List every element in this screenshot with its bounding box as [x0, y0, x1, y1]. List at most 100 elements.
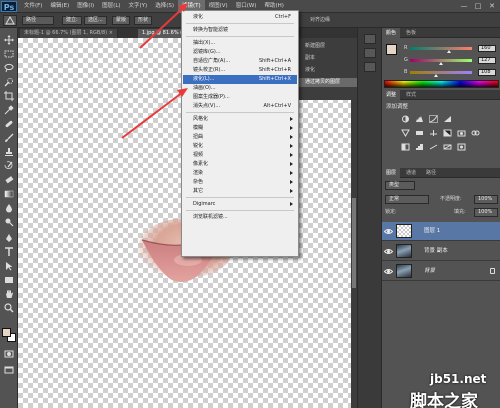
- make-mask-button[interactable]: 蒙版: [112, 16, 131, 25]
- photo-filter-icon[interactable]: [456, 128, 466, 137]
- history-panel-button[interactable]: [364, 34, 376, 44]
- scrollbar-thumb[interactable]: [352, 198, 356, 288]
- crop-tool[interactable]: [3, 90, 15, 101]
- brightness-icon[interactable]: [400, 114, 410, 123]
- channel-mixer-icon[interactable]: [470, 128, 480, 137]
- curves-icon[interactable]: [428, 114, 438, 123]
- color-balance-icon[interactable]: [428, 128, 438, 137]
- filter-menu-item[interactable]: 抽出(X)...: [183, 39, 297, 48]
- shape-tool[interactable]: [3, 274, 15, 285]
- filter-menu-item[interactable]: 图案生成器(P)...: [183, 93, 297, 102]
- brush-tool[interactable]: [3, 132, 15, 143]
- filter-menu-item[interactable]: Digimarc: [183, 200, 297, 209]
- screen-mode-button[interactable]: [3, 364, 15, 375]
- gradient-tool[interactable]: [3, 188, 15, 199]
- filter-menu-item[interactable]: 液化 Ctrl+F: [183, 13, 297, 22]
- pen-tool[interactable]: [3, 232, 15, 243]
- menu-item[interactable]: 选择(S): [151, 0, 178, 13]
- path-mode-dropdown[interactable]: 路径: [22, 16, 54, 25]
- vibrance-icon[interactable]: [400, 128, 410, 137]
- minimize-button[interactable]: —: [458, 1, 470, 11]
- lasso-tool[interactable]: [3, 62, 15, 73]
- tab-styles[interactable]: 样式: [402, 90, 420, 100]
- red-slider-knob[interactable]: [447, 50, 452, 53]
- clone-stamp-tool[interactable]: [3, 146, 15, 157]
- menu-item[interactable]: 文件(F): [20, 0, 46, 13]
- properties-panel-button[interactable]: [364, 48, 376, 58]
- tab-swatches[interactable]: 色板: [402, 28, 420, 38]
- exposure-icon[interactable]: [442, 114, 452, 123]
- filter-menu-item[interactable]: 镜头校正(R)... Shift+Ctrl+R: [183, 66, 297, 75]
- filter-menu-item[interactable]: 像素化: [183, 160, 297, 169]
- filter-menu-item[interactable]: 浏览联机滤镜...: [183, 213, 297, 222]
- dodge-tool[interactable]: [3, 216, 15, 227]
- opacity-input[interactable]: 100%: [474, 195, 498, 204]
- filter-menu-item[interactable]: 自适应广角(A)... Shift+Ctrl+A: [183, 57, 297, 66]
- foreground-color-swatch[interactable]: [2, 328, 11, 337]
- tab-layers[interactable]: 图层: [382, 168, 401, 178]
- blend-mode-dropdown[interactable]: 正常: [385, 195, 429, 204]
- filter-menu-item[interactable]: 转换为智能滤镜: [183, 26, 297, 35]
- levels-icon[interactable]: [414, 114, 424, 123]
- tab-paths[interactable]: 路径: [422, 168, 440, 178]
- visibility-eye-icon[interactable]: [384, 227, 393, 236]
- eraser-tool[interactable]: [3, 174, 15, 185]
- maximize-button[interactable]: □: [472, 1, 484, 11]
- fill-input[interactable]: 100%: [474, 208, 498, 217]
- fg-color-preview[interactable]: [386, 44, 397, 55]
- blur-tool[interactable]: [3, 202, 15, 213]
- menu-item[interactable]: 图像(I): [73, 0, 98, 13]
- move-tool[interactable]: [3, 34, 15, 45]
- make-shape-button[interactable]: 形状: [134, 16, 153, 25]
- invert-icon[interactable]: [400, 142, 410, 151]
- filter-menu-item[interactable]: 滤镜库(G)...: [183, 48, 297, 57]
- red-slider[interactable]: [410, 47, 472, 50]
- history-row-selected[interactable]: 通过拷贝的图层: [299, 78, 357, 87]
- eyedropper-tool[interactable]: [3, 104, 15, 115]
- filter-menu-item[interactable]: 扭曲: [183, 133, 297, 142]
- filter-menu-item[interactable]: 杂色: [183, 178, 297, 187]
- menu-item[interactable]: 编辑(E): [46, 0, 73, 13]
- close-button[interactable]: ✕: [486, 1, 498, 11]
- color-spectrum-bar[interactable]: [384, 80, 499, 88]
- make-selection-button[interactable]: 选区...: [84, 16, 107, 25]
- green-slider-knob[interactable]: [439, 62, 443, 65]
- hand-tool[interactable]: [3, 288, 15, 299]
- filter-menu-item[interactable]: 油画(O)...: [183, 84, 297, 93]
- filter-menu-item-highlighted[interactable]: 液化(L)... Shift+Ctrl+X: [183, 75, 297, 84]
- threshold-icon[interactable]: [428, 142, 438, 151]
- green-value-input[interactable]: 127: [478, 57, 496, 64]
- history-row[interactable]: 副本: [299, 54, 357, 63]
- filter-menu-item[interactable]: 消失点(V)... Alt+Ctrl+V: [183, 102, 297, 111]
- align-edges-checkbox[interactable]: 对齐边缘: [310, 16, 330, 25]
- doc-tab-1[interactable]: 未标题-1 @ 66.7% (图层 1, RGB/8) ×: [20, 29, 118, 38]
- tab-adjustments[interactable]: 调整: [382, 90, 401, 100]
- selective-color-icon[interactable]: [456, 142, 466, 151]
- quick-mask-button[interactable]: [3, 348, 15, 359]
- actions-panel-button[interactable]: [364, 62, 376, 72]
- blue-value-input[interactable]: 108: [478, 69, 496, 76]
- layer-row[interactable]: 图层 1: [382, 222, 500, 241]
- marquee-tool[interactable]: [3, 48, 15, 59]
- filter-menu-item[interactable]: 模糊: [183, 124, 297, 133]
- filter-menu-item[interactable]: 其它: [183, 187, 297, 196]
- red-value-input[interactable]: 160: [478, 45, 496, 52]
- gradient-map-icon[interactable]: [442, 142, 452, 151]
- black-white-icon[interactable]: [442, 128, 452, 137]
- hue-saturation-icon[interactable]: [414, 128, 424, 137]
- layer-row[interactable]: 背景 副本: [382, 242, 500, 261]
- quick-select-tool[interactable]: [3, 76, 15, 87]
- visibility-eye-icon[interactable]: [384, 267, 393, 276]
- path-select-tool[interactable]: [3, 260, 15, 271]
- tab-channels[interactable]: 通道: [402, 168, 420, 178]
- filter-menu-item[interactable]: 渲染: [183, 169, 297, 178]
- blue-slider-knob[interactable]: [434, 74, 439, 77]
- filter-menu-item[interactable]: 锐化: [183, 142, 297, 151]
- history-row[interactable]: 液化: [299, 66, 357, 75]
- filter-menu-item[interactable]: 风格化: [183, 115, 297, 124]
- layer-row[interactable]: 背景: [382, 262, 500, 281]
- menu-item[interactable]: 图层(L): [98, 0, 124, 13]
- healing-brush-tool[interactable]: [3, 118, 15, 129]
- visibility-eye-icon[interactable]: [384, 247, 393, 256]
- posterize-icon[interactable]: [414, 142, 424, 151]
